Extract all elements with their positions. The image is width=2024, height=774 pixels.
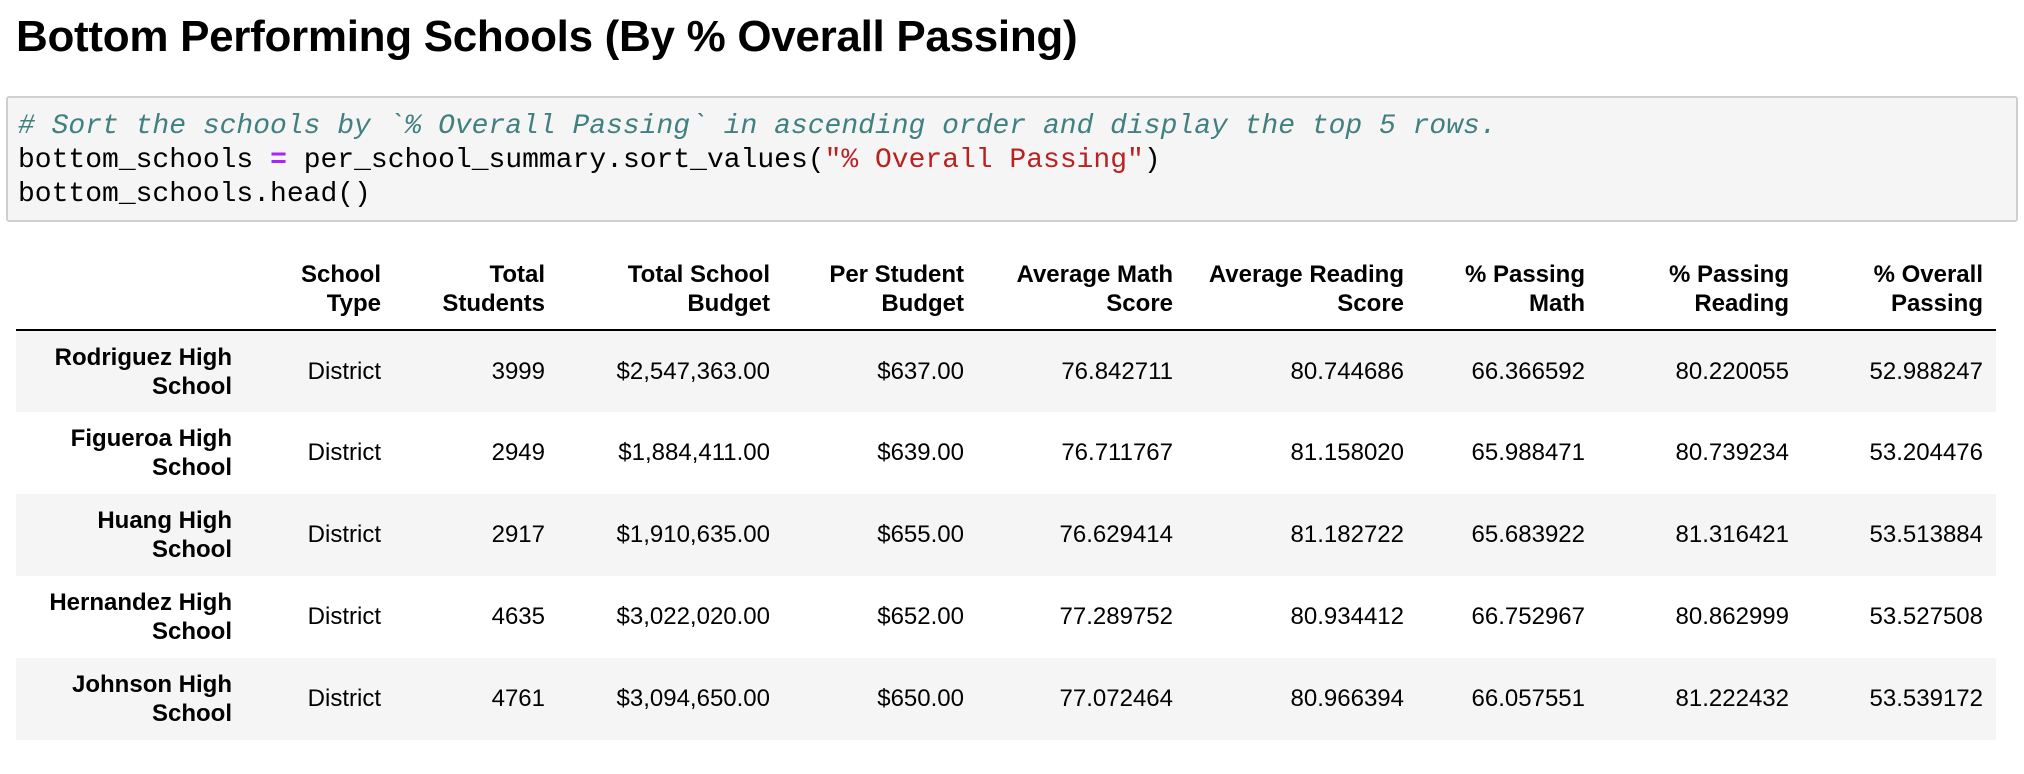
table-cell: 66.752967 (1471, 603, 1585, 630)
table-cell: District (307, 439, 381, 466)
table-cell: $1,910,635.00 (616, 521, 770, 548)
code-line-sort: bottom_schools = per_school_summary.sort… (18, 144, 1161, 178)
table-cell: 53.204476 (1869, 439, 1983, 466)
table-row: Hernandez High School District 4635 $3,0… (16, 576, 1996, 658)
table-cell: 76.842711 (1061, 357, 1173, 385)
table-cell: 2917 (491, 521, 545, 548)
table-cell: $3,094,650.00 (616, 685, 770, 712)
table-cell: $650.00 (877, 685, 964, 712)
table-cell: 80.862999 (1675, 603, 1789, 630)
table-row: Huang High School District 2917 $1,910,6… (16, 494, 1996, 576)
table-cell: 66.057551 (1471, 685, 1585, 712)
code-call-close: ) (1143, 145, 1161, 176)
table-cell: 80.744686 (1290, 357, 1404, 385)
table-cell: $639.00 (877, 439, 964, 466)
table-cell: 77.289752 (1059, 603, 1173, 630)
code-string: "% Overall Passing" (824, 145, 1144, 176)
table-cell: District (307, 685, 381, 712)
table-cell: $2,547,363.00 (616, 357, 770, 385)
table-row: Rodriguez High School District 3999 $2,5… (16, 330, 1996, 412)
table-cell: $3,022,020.00 (616, 603, 770, 630)
column-header: % Passing Reading (1598, 260, 1802, 331)
table-cell: District (307, 357, 381, 385)
table-cell: District (307, 521, 381, 548)
table-cell: 52.988247 (1869, 357, 1983, 385)
column-header: % Passing Math (1417, 260, 1598, 331)
table-cell: 80.220055 (1675, 357, 1789, 385)
row-index: Huang High School (97, 507, 232, 563)
column-header: % Overall Passing (1802, 260, 1996, 331)
column-header: Per Student Budget (783, 260, 977, 331)
row-index: Rodriguez High School (54, 343, 232, 400)
table-cell: 65.683922 (1471, 521, 1585, 548)
column-header: School Type (245, 260, 394, 331)
row-index: Johnson High School (72, 671, 232, 727)
code-call: per_school_summary.sort_values( (303, 145, 825, 176)
section-heading: Bottom Performing Schools (By % Overall … (16, 12, 1078, 61)
column-header: Average Math Score (977, 260, 1186, 331)
code-cell[interactable]: # Sort the schools by `% Overall Passing… (6, 96, 2018, 222)
column-header: Total Students (394, 260, 558, 331)
code-operator: = (270, 145, 287, 176)
table-cell: 80.739234 (1675, 439, 1789, 466)
table-cell: 76.629414 (1059, 521, 1173, 548)
table-cell: 81.182722 (1290, 521, 1404, 548)
table-cell: $637.00 (877, 357, 964, 385)
table-cell: $1,884,411.00 (618, 439, 770, 466)
dataframe-table: School Type Total Students Total School … (16, 260, 1996, 740)
column-header: Total School Budget (558, 260, 783, 331)
row-index: Figueroa High School (70, 425, 232, 481)
code-comment: # Sort the schools by `% Overall Passing… (18, 111, 1497, 142)
table-cell: 81.316421 (1675, 521, 1789, 548)
table-cell: 80.966394 (1290, 685, 1404, 712)
table-cell: 80.934412 (1290, 603, 1404, 630)
table-cell: 76.711767 (1061, 439, 1173, 466)
table-cell: 66.366592 (1471, 357, 1585, 385)
column-header: Average Reading Score (1186, 260, 1417, 331)
table-cell: 4761 (491, 685, 545, 712)
table-cell: 53.539172 (1869, 685, 1983, 712)
table-cell: 53.513884 (1869, 521, 1983, 548)
code-head-call: bottom_schools.head() (18, 179, 371, 210)
code-line-head: bottom_schools.head() (18, 178, 371, 212)
table-cell: $652.00 (877, 603, 964, 630)
table-cell: 77.072464 (1059, 685, 1173, 712)
table-cell: 3999 (491, 357, 545, 385)
code-line-comment: # Sort the schools by `% Overall Passing… (18, 110, 1497, 144)
table-cell: 2949 (491, 439, 545, 466)
table-row: Figueroa High School District 2949 $1,88… (16, 412, 1996, 494)
table-cell: 81.222432 (1675, 685, 1789, 712)
table-cell: 81.158020 (1290, 439, 1404, 466)
index-header (16, 260, 245, 331)
table-row: Johnson High School District 4761 $3,094… (16, 658, 1996, 740)
table-cell: District (307, 603, 381, 630)
table-cell: 53.527508 (1869, 603, 1983, 630)
code-variable: bottom_schools (18, 145, 254, 176)
table-cell: $655.00 (877, 521, 964, 548)
row-index: Hernandez High School (49, 589, 232, 645)
table-cell: 65.988471 (1471, 439, 1585, 466)
table-header-row: School Type Total Students Total School … (16, 260, 1996, 331)
table-cell: 4635 (491, 603, 545, 630)
